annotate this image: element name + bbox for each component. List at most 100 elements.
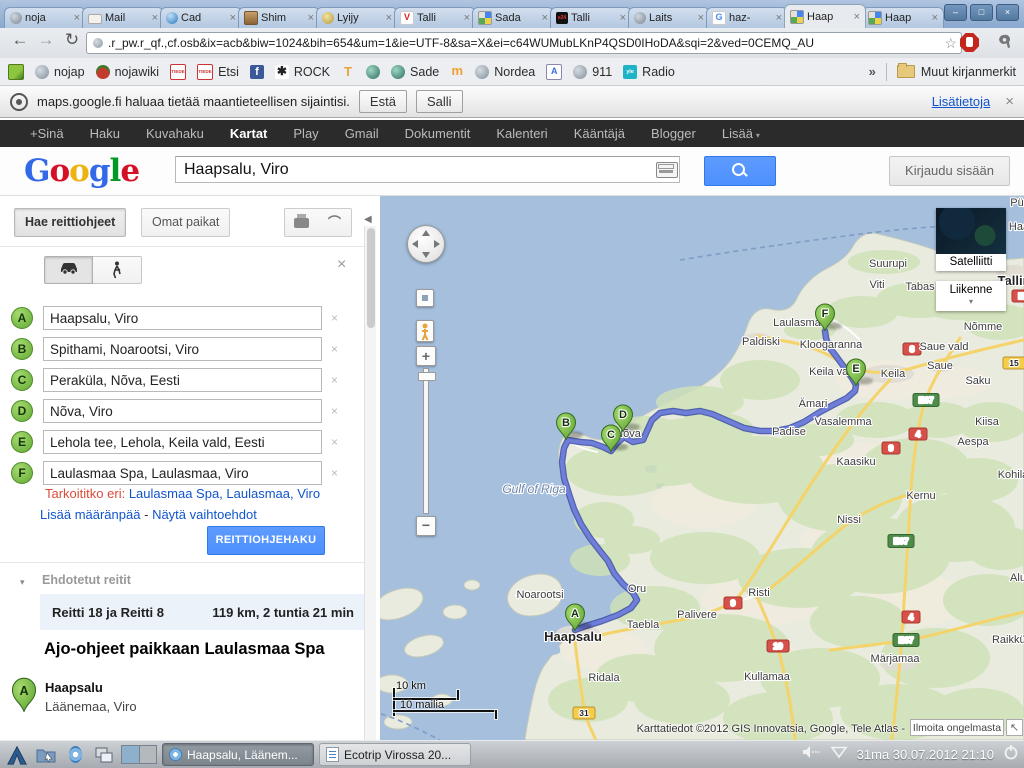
deny-button[interactable]: Estä <box>359 90 407 113</box>
zoom-slider-track[interactable] <box>423 368 429 514</box>
gbar-item-asina[interactable]: +Sinä <box>30 126 64 141</box>
suggested-routes-arrow-icon[interactable]: ▾ <box>20 577 25 588</box>
allow-button[interactable]: Salli <box>416 90 463 113</box>
waypoint-remove-icon[interactable]: × <box>331 373 338 387</box>
bookmark-item-nordea[interactable]: Nordea <box>475 65 535 79</box>
mode-walk-button[interactable] <box>93 256 142 284</box>
tab-close-icon[interactable]: × <box>620 13 626 23</box>
show-options-link[interactable]: Näytä vaihtoehdot <box>152 507 257 522</box>
bookmark-item-rock[interactable]: ROCK <box>275 65 330 79</box>
search-input[interactable] <box>175 156 680 183</box>
workspace-switcher[interactable] <box>121 745 157 764</box>
map-canvas[interactable]: 8499104E1531E67E67E67 SuurupiVitiTabasNõ… <box>380 196 1024 740</box>
gbar-item-kaantaja[interactable]: Kääntäjä <box>574 126 625 141</box>
bookmark-item[interactable] <box>366 65 380 79</box>
bookmark-item[interactable]: T <box>341 65 355 79</box>
gbar-item-gmail[interactable]: Gmail <box>345 126 379 141</box>
learn-more-link[interactable]: Lisätietoja <box>932 94 991 109</box>
browser-tab[interactable]: Shim× <box>238 7 320 28</box>
suggested-route-row[interactable]: Reitti 18 ja Reitti 8 119 km, 2 tuntia 2… <box>40 594 366 630</box>
bookmark-item-sade[interactable]: Sade <box>391 65 439 79</box>
taskbar-window-button[interactable]: Haapsalu, Läänem... <box>162 743 314 766</box>
tab-close-icon[interactable]: × <box>74 13 80 23</box>
mode-car-button[interactable] <box>44 256 93 284</box>
sign-in-button[interactable]: Kirjaudu sisään <box>889 156 1010 186</box>
tab-close-icon[interactable]: × <box>464 13 470 23</box>
tab-close-icon[interactable]: × <box>776 13 782 23</box>
waypoint-remove-icon[interactable]: × <box>331 311 338 325</box>
zoom-slider-handle[interactable] <box>418 372 436 381</box>
taskbar-window-button[interactable]: Ecotrip Virossa 20... <box>319 743 471 766</box>
infobar-close-icon[interactable]: × <box>1005 93 1014 110</box>
zoom-in-button[interactable]: + <box>416 346 436 366</box>
tab-close-icon[interactable]: × <box>308 13 314 23</box>
adblock-icon[interactable] <box>960 33 979 52</box>
tab-close-icon[interactable]: × <box>932 13 938 23</box>
collapse-corner-button[interactable]: ↖ <box>1006 719 1023 736</box>
clock[interactable]: 31ma 30.07.2012 21:10 <box>857 747 994 762</box>
close-button[interactable]: × <box>996 4 1019 21</box>
search-button[interactable] <box>704 156 776 186</box>
waypoint-input-B[interactable] <box>43 337 322 361</box>
volume-icon[interactable] <box>801 745 821 764</box>
other-bookmarks-button[interactable]: Muut kirjanmerkit <box>921 65 1016 79</box>
tab-close-icon[interactable]: × <box>854 12 860 22</box>
browser-tab[interactable]: haz-× <box>706 7 788 28</box>
bookmark-star-icon[interactable]: ☆ <box>944 35 957 52</box>
chromium-icon[interactable] <box>63 744 87 766</box>
gbar-item-dokumentit[interactable]: Dokumentit <box>405 126 471 141</box>
pan-up-icon[interactable] <box>422 230 430 236</box>
browser-tab[interactable]: Lyijy× <box>316 7 398 28</box>
browser-tab[interactable]: Haap× <box>784 4 866 28</box>
browser-tab[interactable]: Talli× <box>394 7 476 28</box>
bookmark-item[interactable]: A <box>546 64 562 80</box>
gbar-item-blogger[interactable]: Blogger <box>651 126 696 141</box>
browser-tab[interactable]: Laits× <box>628 7 710 28</box>
gbar-item-play[interactable]: Play <box>293 126 318 141</box>
bookmark-item[interactable] <box>8 64 24 80</box>
pan-right-icon[interactable] <box>434 240 440 248</box>
pan-control[interactable] <box>407 225 445 263</box>
browser-tab[interactable]: e24Talli× <box>550 7 632 28</box>
pan-left-icon[interactable] <box>412 240 418 248</box>
tab-close-icon[interactable]: × <box>230 13 236 23</box>
get-directions-button[interactable]: Hae reittiohjeet <box>14 208 126 237</box>
waypoint-input-F[interactable] <box>43 461 322 485</box>
gbar-item-haku[interactable]: Haku <box>90 126 120 141</box>
bookmark-item[interactable]: f <box>250 65 264 79</box>
waypoint-remove-icon[interactable]: × <box>331 342 338 356</box>
gbar-item-lisaa[interactable]: Lisää▾ <box>722 126 760 141</box>
files-icon[interactable] <box>34 744 58 766</box>
add-destination-link[interactable]: Lisää määränpää <box>40 507 140 522</box>
bookmark-item-nojawiki[interactable]: nojawiki <box>96 65 159 79</box>
waypoint-input-E[interactable] <box>43 430 322 454</box>
browser-tab[interactable]: Haap× <box>862 7 944 28</box>
waypoint-input-A[interactable] <box>43 306 322 330</box>
panel-close-icon[interactable]: × <box>337 256 346 274</box>
minimize-button[interactable]: – <box>944 4 967 21</box>
print-button[interactable] <box>284 208 319 237</box>
waypoint-remove-icon[interactable]: × <box>331 466 338 480</box>
browser-tab[interactable]: Cad× <box>160 7 242 28</box>
my-places-button[interactable]: Omat paikat <box>141 208 230 237</box>
waypoint-remove-icon[interactable]: × <box>331 404 338 418</box>
get-route-button[interactable]: REITTIOHJEHAKU <box>207 526 325 555</box>
bookmark-item[interactable]: m <box>450 65 464 79</box>
tab-close-icon[interactable]: × <box>152 13 158 23</box>
reload-button[interactable]: ↻ <box>60 30 84 50</box>
wrench-menu-icon[interactable] <box>992 33 1010 56</box>
my-location-button[interactable] <box>416 289 434 307</box>
bookmark-item-radio[interactable]: yleRadio <box>623 65 675 79</box>
browser-tab[interactable]: Mail× <box>82 7 164 28</box>
link-button[interactable]: ⌒ <box>318 208 352 237</box>
tab-close-icon[interactable]: × <box>698 13 704 23</box>
panel-scrollbar[interactable] <box>364 226 376 740</box>
report-problem-button[interactable]: Ilmoita ongelmasta <box>910 719 1004 736</box>
menu-button[interactable] <box>5 744 29 766</box>
zoom-out-button[interactable]: − <box>416 516 436 536</box>
bookmark-item[interactable]: TIEDE <box>170 64 186 80</box>
bookmark-item-nojap[interactable]: nojap <box>35 65 85 79</box>
panel-scrollbar-thumb[interactable] <box>367 228 375 328</box>
show-desktop-icon[interactable] <box>92 744 116 766</box>
browser-tab[interactable]: Sada× <box>472 7 554 28</box>
